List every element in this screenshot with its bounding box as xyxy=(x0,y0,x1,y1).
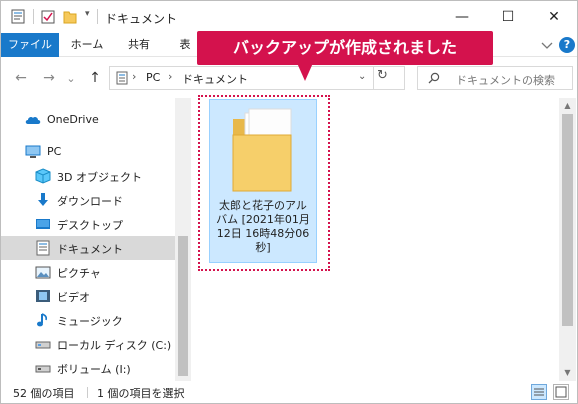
sidebar-label: OneDrive xyxy=(47,113,99,126)
pictures-icon xyxy=(35,266,51,279)
sidebar-item-documents[interactable]: ドキュメント xyxy=(1,236,175,260)
refresh-button[interactable]: ↻ xyxy=(377,68,388,83)
quick-access-dropdown-icon[interactable]: ▾ xyxy=(85,9,90,19)
breadcrumb-chevron-icon[interactable]: › xyxy=(168,70,172,83)
breadcrumb-chevron-icon[interactable]: › xyxy=(132,70,136,83)
callout-pointer xyxy=(297,63,313,81)
sidebar-label: ピクチャ xyxy=(57,267,101,280)
title-separator xyxy=(97,9,98,24)
navigation-pane: OneDrive PC 3D オブジェクト ダウンロード デスクトップ ドキュメ… xyxy=(1,98,191,381)
recent-locations-button[interactable]: ⌄ xyxy=(61,68,81,88)
breadcrumb-documents[interactable]: ドキュメント xyxy=(182,71,248,87)
maximize-button[interactable]: ☐ xyxy=(485,1,531,33)
sidebar-label: ボリューム (I:) xyxy=(57,363,131,376)
scroll-down-icon[interactable]: ▼ xyxy=(559,365,576,381)
3d-objects-icon xyxy=(35,168,51,184)
videos-icon xyxy=(36,290,50,302)
sidebar-label: ローカル ディスク (C:) xyxy=(57,339,172,352)
sidebar-item-music[interactable]: ミュージック xyxy=(1,308,175,332)
sidebar-scrollbar[interactable] xyxy=(175,98,191,381)
sidebar-item-onedrive[interactable]: OneDrive xyxy=(1,108,175,132)
expand-ribbon-icon[interactable] xyxy=(539,37,555,53)
download-icon xyxy=(38,193,48,206)
pc-icon xyxy=(25,145,41,158)
highlight-outline xyxy=(198,95,330,271)
sidebar-item-videos[interactable]: ビデオ xyxy=(1,284,175,308)
sidebar-label: ミュージック xyxy=(57,315,123,328)
sidebar-label: 3D オブジェクト xyxy=(57,171,142,184)
sidebar-item-pictures[interactable]: ピクチャ xyxy=(1,260,175,284)
large-icons-view-icon[interactable] xyxy=(553,384,569,400)
close-button[interactable]: ✕ xyxy=(531,1,577,33)
tab-home[interactable]: ホーム xyxy=(63,33,111,57)
documents-location-icon xyxy=(116,71,128,85)
title-bar: ▾ ドキュメント — ☐ ✕ xyxy=(1,1,577,33)
content-scrollbar[interactable]: ▲ ▼ xyxy=(559,98,576,381)
help-button[interactable]: ? xyxy=(559,37,575,53)
window-title: ドキュメント xyxy=(105,12,178,26)
selected-count: 1 個の項目を選択 xyxy=(97,387,185,400)
back-button[interactable]: ← xyxy=(11,68,31,88)
search-box[interactable]: ドキュメントの検索 xyxy=(417,66,573,90)
tab-share[interactable]: 共有 xyxy=(117,33,161,57)
search-placeholder: ドキュメントの検索 xyxy=(456,74,555,87)
breadcrumb-pc[interactable]: PC xyxy=(146,71,160,84)
volume-icon xyxy=(35,365,51,373)
up-button[interactable]: ↑ xyxy=(85,68,105,88)
address-dropdown-icon[interactable]: ⌄ xyxy=(358,71,366,82)
sidebar-scroll-thumb[interactable] xyxy=(178,236,188,376)
status-bar: 52 個の項目 1 個の項目を選択 xyxy=(1,381,577,403)
sidebar-item-local-disk[interactable]: ローカル ディスク (C:) xyxy=(1,332,175,356)
sidebar-label: PC xyxy=(47,145,62,158)
tab-file[interactable]: ファイル xyxy=(1,33,59,57)
local-disk-icon xyxy=(35,341,51,349)
new-folder-icon[interactable] xyxy=(63,9,77,24)
checklist-icon[interactable] xyxy=(41,9,55,24)
scroll-up-icon[interactable]: ▲ xyxy=(559,98,576,114)
sidebar-label: ドキュメント xyxy=(57,243,123,256)
search-icon xyxy=(428,72,440,84)
sidebar-label: ビデオ xyxy=(57,291,90,304)
address-bar[interactable]: › PC › ドキュメント ⌄ xyxy=(109,66,405,90)
status-separator xyxy=(87,387,88,398)
sidebar-label: デスクトップ xyxy=(57,219,123,232)
documents-icon xyxy=(36,240,50,256)
quick-access-separator xyxy=(33,9,34,24)
sidebar-item-3d-objects[interactable]: 3D オブジェクト xyxy=(1,164,175,188)
backup-created-callout: バックアップが作成されました xyxy=(197,31,493,65)
desktop-icon xyxy=(36,219,50,229)
item-count: 52 個の項目 xyxy=(13,387,75,400)
sidebar-item-desktop[interactable]: デスクトップ xyxy=(1,212,175,236)
minimize-button[interactable]: — xyxy=(439,1,485,33)
music-icon xyxy=(37,313,47,327)
sidebar-item-volume[interactable]: ボリューム (I:) xyxy=(1,356,175,380)
content-scroll-thumb[interactable] xyxy=(562,114,573,326)
properties-icon[interactable] xyxy=(11,9,25,24)
details-view-icon[interactable] xyxy=(531,384,547,400)
onedrive-icon xyxy=(25,116,41,124)
sidebar-item-downloads[interactable]: ダウンロード xyxy=(1,188,175,212)
explorer-window: ▾ ドキュメント — ☐ ✕ ファイル ホーム 共有 表 ? ← → ⌄ ↑ ›… xyxy=(0,0,578,404)
sidebar-label: ダウンロード xyxy=(57,195,123,208)
tab-view[interactable]: 表 xyxy=(173,33,197,57)
forward-button[interactable]: → xyxy=(39,68,59,88)
sidebar-item-pc[interactable]: PC xyxy=(1,140,175,164)
